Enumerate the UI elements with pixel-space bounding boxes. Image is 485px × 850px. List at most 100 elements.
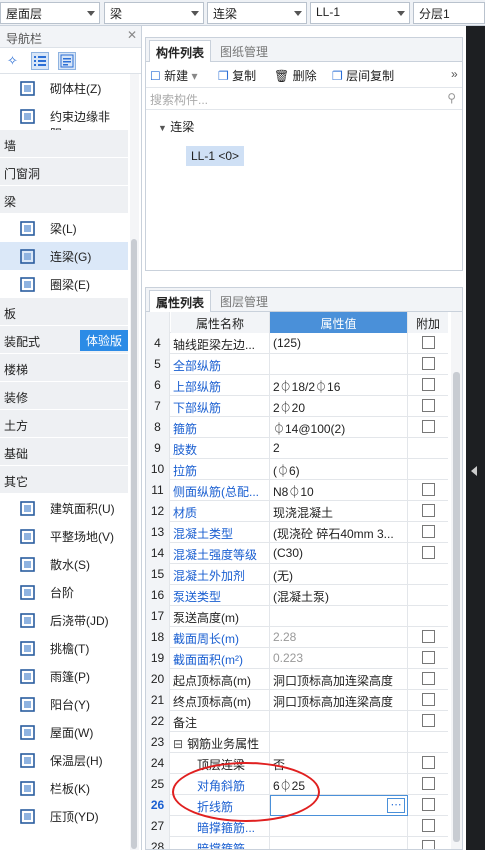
nav-category[interactable]: 基础 [0,438,128,466]
nav-item[interactable]: 建筑面积(U) [0,494,128,522]
nav-item[interactable]: 压顶(YD) [0,802,128,830]
trial-badge[interactable]: 体验版 [79,330,128,351]
property-row[interactable]: 13 混凝土类型 (现浇砼 碎石40mm 3... [146,522,448,543]
nav-item[interactable]: 后浇带(JD) [0,606,128,634]
property-row[interactable]: 16 泵送类型 (混凝土泵) [146,585,448,606]
extra-checkbox[interactable] [421,777,435,790]
nav-category[interactable]: 板 [0,298,128,326]
nav-item[interactable]: 雨篷(P) [0,662,128,690]
property-row[interactable]: 17 泵送高度(m) [146,606,448,627]
property-row[interactable]: 14 混凝土强度等级 (C30) [146,543,448,564]
property-scrollbar[interactable] [451,312,462,849]
property-value[interactable]: (⏀6) [270,459,408,480]
nav-category[interactable]: 门窗洞 [0,158,128,186]
property-value[interactable] [270,732,408,753]
extra-checkbox[interactable] [421,546,435,559]
nav-category[interactable]: 楼梯 [0,354,128,382]
tab-drawing-management[interactable]: 图纸管理 [214,40,274,62]
property-row[interactable]: 10 拉筋 (⏀6) [146,459,448,480]
sparkle-icon[interactable]: ✧ [6,52,24,70]
layer-select[interactable]: 分层1 [413,2,485,24]
property-row[interactable]: 22 备注 [146,711,448,732]
extra-checkbox[interactable] [421,525,435,538]
nav-item[interactable]: 约束边缘非阴... [0,102,128,141]
extra-checkbox[interactable] [421,630,435,643]
nav-item[interactable]: 保温层(H) [0,746,128,774]
property-value[interactable]: (C30) [270,543,408,564]
extra-checkbox[interactable] [421,693,435,706]
nav-item[interactable]: 阳台(Y) [0,690,128,718]
property-row[interactable]: 28 暗撑箍筋... [146,837,448,849]
property-row[interactable]: 23 ⊟ 钢筋业务属性 [146,732,448,753]
property-row[interactable]: 11 侧面纵筋(总配... N8⏀10 [146,480,448,501]
close-icon[interactable]: ✕ [127,28,137,42]
property-row[interactable]: 21 终点顶标高(m) 洞口顶标高加连梁高度 [146,690,448,711]
ellipsis-button[interactable]: ⋯ [387,798,405,813]
tree-leaf-ll1[interactable]: LL-1 <0> [186,146,245,166]
property-row[interactable]: 12 材质 现浇混凝土 [146,501,448,522]
extra-checkbox[interactable] [421,756,435,769]
property-value[interactable] [270,354,408,375]
extra-checkbox[interactable] [421,504,435,517]
collapse-icon[interactable]: ⊟ [173,737,183,751]
tab-property-list[interactable]: 属性列表 [149,290,212,312]
nav-category[interactable]: 梁 [0,186,128,214]
property-row[interactable]: 27 暗撑箍筋... [146,816,448,837]
list-view-icon[interactable] [31,52,49,70]
search-icon[interactable]: ⚲ [447,91,456,105]
component-search[interactable]: 搜索构件... ⚲ [146,88,462,110]
detail-view-icon[interactable] [58,52,76,70]
property-value[interactable]: 0.223 [270,648,408,669]
floor-copy-button[interactable]: ❐ 层间复制 [332,67,394,84]
extra-checkbox[interactable] [421,714,435,727]
property-value[interactable]: 2⏀20 [270,396,408,417]
property-value[interactable] [270,711,408,732]
nav-item[interactable]: 散水(S) [0,550,128,578]
extra-checkbox[interactable] [421,336,435,349]
property-value[interactable] [270,816,408,837]
nav-category[interactable]: 土方 [0,410,128,438]
extra-checkbox[interactable] [421,819,435,832]
subtype-select[interactable]: 连梁 [207,2,307,24]
nav-category[interactable]: 装配式 体验版 [0,326,128,354]
nav-item[interactable]: 挑檐(T) [0,634,128,662]
property-value[interactable]: (现浇砼 碎石40mm 3... [270,522,408,543]
property-value[interactable]: (混凝土泵) [270,585,408,606]
nav-item[interactable]: 平整场地(V) [0,522,128,550]
nav-item[interactable]: 梁(L) [0,214,128,242]
property-row[interactable]: 19 截面面积(m²) 0.223 [146,648,448,669]
property-value[interactable]: 2.28 [270,627,408,648]
extra-checkbox[interactable] [421,378,435,391]
property-value[interactable] [270,606,408,627]
extra-checkbox[interactable] [421,399,435,412]
property-row[interactable]: 7 下部纵筋 2⏀20 [146,396,448,417]
property-value[interactable]: 洞口顶标高加连梁高度 [270,690,408,711]
property-row[interactable]: 6 上部纵筋 2⏀18/2⏀16 [146,375,448,396]
floor-select[interactable]: 屋面层 [0,2,100,24]
extra-checkbox[interactable] [421,420,435,433]
extra-checkbox[interactable] [421,840,435,849]
extra-checkbox[interactable] [421,651,435,664]
new-button[interactable]: ☐ 新建 ▾ [150,67,198,84]
tree-root[interactable]: ▼ 连梁 [158,118,194,135]
collapse-arrow-icon[interactable] [471,466,477,476]
member-select[interactable]: LL-1 [310,2,410,24]
property-row[interactable]: 18 截面周长(m) 2.28 [146,627,448,648]
more-icon[interactable]: » [451,67,458,81]
property-value[interactable]: (无) [270,564,408,585]
nav-item[interactable]: 圈梁(E) [0,270,128,298]
property-row[interactable]: 4 轴线距梁左边... (125) [146,333,448,354]
tab-component-list[interactable]: 构件列表 [149,40,212,62]
property-value[interactable]: 现浇混凝土 [270,501,408,522]
property-value[interactable]: (125) [270,333,408,354]
nav-category[interactable]: 装修 [0,382,128,410]
extra-checkbox[interactable] [421,672,435,685]
nav-item[interactable]: 栏板(K) [0,774,128,802]
tree-expand-icon[interactable]: ▼ [158,123,167,133]
nav-scrollbar[interactable] [130,74,139,850]
type-select[interactable]: 梁 [104,2,204,24]
extra-checkbox[interactable] [421,357,435,370]
nav-scrollbar-thumb[interactable] [131,239,137,849]
extra-checkbox[interactable] [421,798,435,811]
nav-item[interactable]: 砌体柱(Z) [0,74,128,102]
